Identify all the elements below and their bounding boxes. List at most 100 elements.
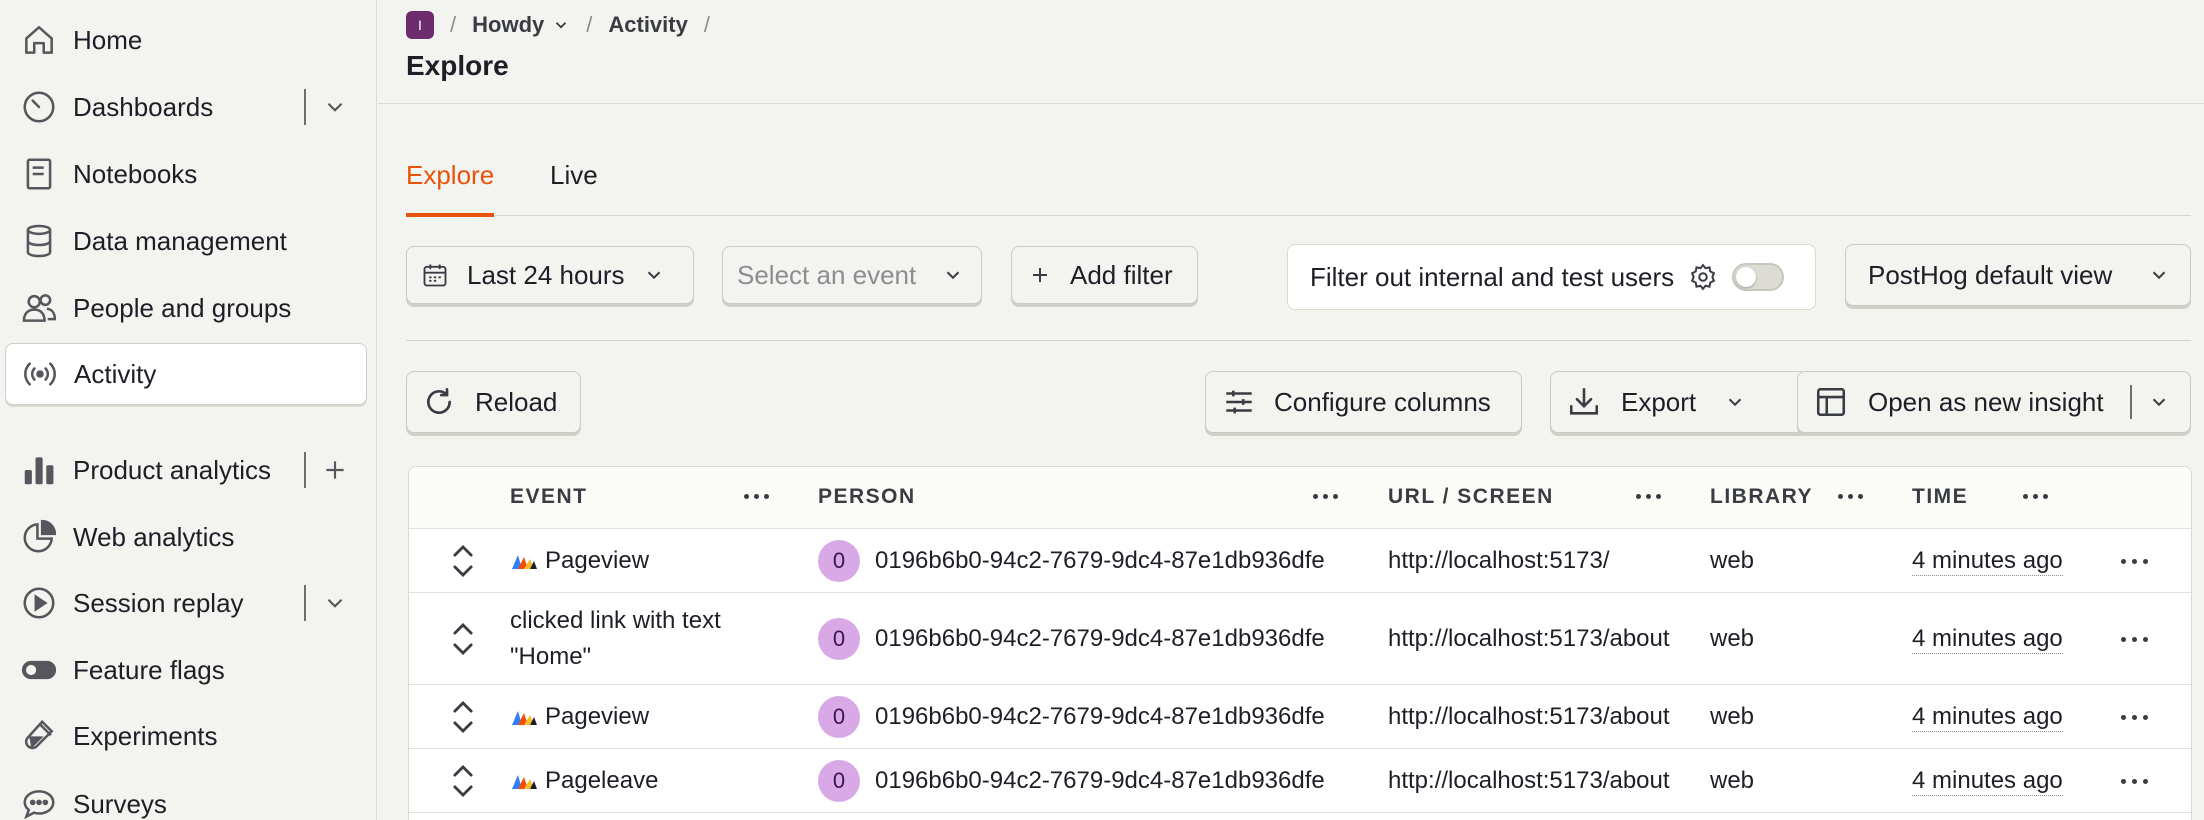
- calendar-icon: [423, 264, 447, 287]
- expand-row-icon[interactable]: [449, 697, 477, 737]
- event-select[interactable]: Select an event: [722, 246, 982, 304]
- row-menu-button[interactable]: [2114, 766, 2154, 796]
- configure-columns-label: Configure columns: [1274, 386, 1491, 417]
- breadcrumb-activity[interactable]: Activity: [608, 12, 687, 38]
- expand-row-icon[interactable]: [449, 619, 477, 659]
- dashboard-gauge-icon: [17, 85, 61, 129]
- column-header-person[interactable]: PERSON: [818, 485, 916, 509]
- event-select-placeholder: Select an event: [737, 259, 917, 290]
- sidebar-item-people-and-groups[interactable]: People and groups: [5, 277, 367, 339]
- sidebar-item-web-analytics[interactable]: Web analytics: [5, 506, 367, 568]
- view-select[interactable]: PostHog default view: [1845, 244, 2191, 306]
- sidebar-item-home[interactable]: Home: [5, 9, 367, 71]
- configure-columns-button[interactable]: Configure columns: [1205, 371, 1522, 433]
- expand-row-icon[interactable]: [449, 541, 477, 581]
- column-menu-library[interactable]: [1833, 481, 1867, 511]
- sliders-icon: [1226, 390, 1252, 414]
- timestamp: 4 minutes ago: [1912, 625, 2063, 654]
- events-table: EVENT PERSON URL / SCREEN LIBRARY TIME P…: [408, 466, 2192, 820]
- url: http://localhost:5173/about: [1388, 703, 1670, 730]
- row-menu-button[interactable]: [2114, 702, 2154, 732]
- table-row[interactable]: Pageleave 0 0196b6b0-94c2-7679-9dc4-87e1…: [409, 749, 2191, 813]
- sidebar-item-activity[interactable]: Activity: [5, 343, 367, 405]
- org-badge[interactable]: I: [406, 11, 434, 39]
- chat-bubble-icon: [17, 782, 61, 820]
- gear-icon[interactable]: [1688, 262, 1718, 292]
- breadcrumb-project[interactable]: Howdy: [472, 12, 544, 38]
- broadcast-icon: [18, 352, 62, 396]
- table-row[interactable]: Pageview 0 0196b6b0-94c2-7679-9dc4-87e1d…: [409, 529, 2191, 593]
- library: web: [1710, 625, 1755, 652]
- event-name: Pageview: [545, 703, 650, 730]
- open-as-new-insight-label: Open as new insight: [1868, 386, 2104, 417]
- sidebar-item-label: Home: [73, 24, 143, 55]
- internal-users-toggle[interactable]: [1732, 263, 1785, 291]
- column-header-url[interactable]: URL / SCREEN: [1388, 485, 1554, 509]
- plus-icon: [326, 461, 344, 479]
- new-insight-button[interactable]: [318, 453, 352, 487]
- timestamp: 4 minutes ago: [1912, 703, 2063, 732]
- person-id[interactable]: 0196b6b0-94c2-7679-9dc4-87e1db936dfe: [875, 625, 1325, 653]
- chevron-down-icon: [647, 271, 660, 280]
- column-menu-person[interactable]: [1308, 481, 1342, 511]
- pageview-icon: [512, 555, 537, 569]
- row-menu-button[interactable]: [2114, 546, 2154, 576]
- sidebar-item-session-replay[interactable]: Session replay: [5, 572, 367, 634]
- avatar: 0: [818, 696, 860, 738]
- expand-session-replay-button[interactable]: [318, 586, 352, 620]
- sidebar-item-notebooks[interactable]: Notebooks: [5, 143, 367, 205]
- event-name: Pageleave: [545, 767, 659, 794]
- column-menu-time[interactable]: [2018, 481, 2052, 511]
- table-header: EVENT PERSON URL / SCREEN LIBRARY TIME: [409, 467, 2191, 529]
- sidebar-item-label: Data management: [73, 225, 287, 256]
- library: web: [1710, 703, 1755, 730]
- column-menu-event[interactable]: [739, 481, 773, 511]
- chevron-down-icon: [947, 271, 960, 280]
- pie-chart-icon: [17, 515, 61, 559]
- table-row[interactable]: Pageview 0 0196b6b0-94c2-7679-9dc4-87e1d…: [409, 685, 2191, 749]
- sidebar-item-feature-flags[interactable]: Feature flags: [5, 639, 367, 701]
- export-button[interactable]: Export: [1550, 371, 1808, 433]
- tab-bar: Explore Live: [406, 150, 2191, 217]
- breadcrumb: I / Howdy / Activity /: [406, 10, 726, 40]
- notebook-icon: [17, 152, 61, 196]
- person-id[interactable]: 0196b6b0-94c2-7679-9dc4-87e1db936dfe: [875, 547, 1325, 575]
- column-header-time[interactable]: TIME: [1912, 485, 1968, 509]
- sidebar: Home Dashboards Notebooks Data managemen…: [0, 0, 377, 820]
- database-icon: [17, 219, 61, 263]
- sidebar-item-product-analytics[interactable]: Product analytics: [5, 439, 367, 501]
- person-id[interactable]: 0196b6b0-94c2-7679-9dc4-87e1db936dfe: [875, 703, 1325, 731]
- column-header-event[interactable]: EVENT: [510, 485, 588, 509]
- column-menu-url[interactable]: [1631, 481, 1665, 511]
- export-label: Export: [1621, 386, 1697, 417]
- sidebar-item-experiments[interactable]: Experiments: [5, 705, 367, 767]
- table-icon: [1816, 387, 1846, 417]
- add-filter-button[interactable]: Add filter: [1011, 246, 1198, 304]
- expand-row-icon[interactable]: [449, 761, 477, 801]
- replay-icon: [17, 581, 61, 625]
- internal-users-filter[interactable]: Filter out internal and test users: [1287, 244, 1816, 310]
- toggle-icon: [17, 648, 61, 692]
- divider: [2129, 385, 2132, 419]
- avatar: 0: [818, 760, 860, 802]
- divider: [304, 585, 306, 621]
- open-as-new-insight-button[interactable]: Open as new insight: [1797, 371, 2191, 433]
- row-menu-button[interactable]: [2114, 624, 2154, 654]
- chevron-down-icon[interactable]: [2148, 391, 2170, 413]
- expand-dashboards-button[interactable]: [318, 90, 352, 124]
- table-row[interactable]: clicked link with text "Home" 0 0196b6b0…: [409, 593, 2191, 685]
- column-header-library[interactable]: LIBRARY: [1710, 485, 1813, 509]
- sidebar-item-data-management[interactable]: Data management: [5, 210, 367, 272]
- chevron-down-icon: [327, 102, 343, 112]
- person-id[interactable]: 0196b6b0-94c2-7679-9dc4-87e1db936dfe: [875, 767, 1325, 795]
- divider: [304, 89, 306, 125]
- chevron-down-icon[interactable]: [552, 16, 570, 34]
- reload-button[interactable]: Reload: [406, 371, 581, 433]
- sidebar-item-surveys[interactable]: Surveys: [5, 773, 367, 820]
- chevron-down-icon: [1728, 398, 1742, 407]
- sidebar-item-dashboards[interactable]: Dashboards: [5, 76, 367, 138]
- tab-live[interactable]: Live: [550, 160, 598, 216]
- tab-explore[interactable]: Explore: [406, 160, 495, 217]
- view-select-label: PostHog default view: [1868, 259, 2113, 290]
- date-range-button[interactable]: Last 24 hours: [406, 246, 694, 304]
